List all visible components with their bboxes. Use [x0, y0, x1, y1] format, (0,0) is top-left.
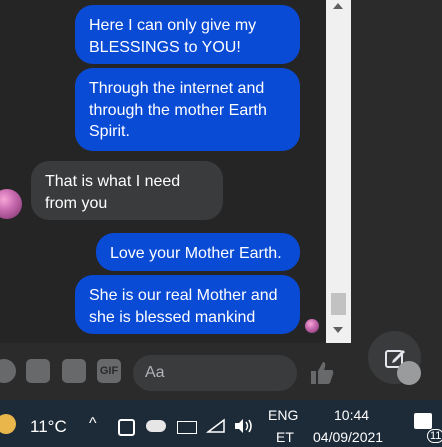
message-bubble-outgoing[interactable]: Here I can only give my BLESSINGS to YOU… [75, 5, 300, 64]
notification-count-badge: 11 [427, 429, 442, 443]
windows-taskbar: 11°C ^ ENG ET 10:44 04/09/2021 11 [0, 400, 442, 447]
chat-messages-area: Here I can only give my BLESSINGS to YOU… [0, 0, 326, 343]
message-bubble-outgoing[interactable]: She is our real Mother and she is blesse… [75, 275, 300, 334]
scroll-up-arrow[interactable] [333, 3, 343, 9]
language-indicator[interactable]: ENG [268, 407, 298, 423]
notifications-icon[interactable] [414, 413, 432, 429]
message-composer-bar: GIF Aa [0, 343, 421, 400]
message-bubble-outgoing[interactable]: Through the internet and through the mot… [75, 68, 300, 151]
chat-scrollbar[interactable] [326, 0, 351, 343]
gif-icon[interactable]: GIF [97, 359, 121, 383]
photo-icon[interactable] [26, 359, 50, 383]
message-input[interactable]: Aa [133, 355, 421, 391]
volume-icon[interactable] [233, 418, 255, 434]
contact-avatar[interactable] [0, 189, 22, 219]
weather-icon[interactable] [0, 414, 16, 434]
meet-now-icon[interactable] [118, 419, 135, 436]
keyboard-icon[interactable] [177, 421, 197, 434]
language-region[interactable]: ET [276, 429, 294, 445]
sticker-icon[interactable] [62, 359, 86, 383]
plus-icon[interactable] [0, 359, 16, 383]
clock-date[interactable]: 04/09/2021 [313, 429, 383, 445]
gif-label: GIF [99, 365, 119, 377]
message-bubble-incoming[interactable]: That is what I need from you [31, 161, 223, 220]
weather-temperature[interactable]: 11°C [30, 417, 67, 437]
wifi-icon[interactable] [206, 418, 226, 434]
seen-receipt-avatar [305, 319, 319, 333]
emoji-icon[interactable] [397, 361, 421, 385]
message-input-placeholder: Aa [145, 364, 165, 381]
like-thumb-icon[interactable] [309, 360, 335, 386]
message-bubble-outgoing[interactable]: Love your Mother Earth. [96, 233, 300, 271]
scroll-down-arrow[interactable] [333, 327, 343, 333]
chevron-up-icon[interactable]: ^ [89, 415, 97, 433]
clock-time[interactable]: 10:44 [334, 407, 369, 423]
cloud-warning-icon[interactable] [146, 420, 166, 432]
scroll-thumb[interactable] [331, 293, 346, 315]
